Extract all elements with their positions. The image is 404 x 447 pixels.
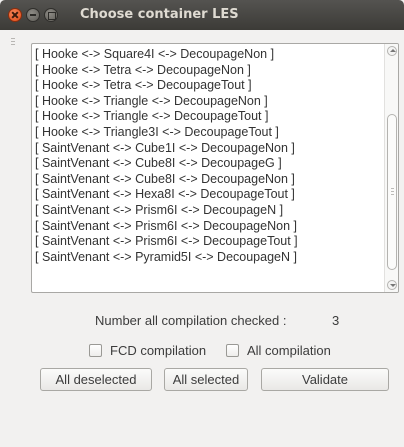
resize-grip-icon xyxy=(11,38,15,46)
list-item[interactable]: [ Hooke <-> Triangle3I <-> DecoupageTout… xyxy=(32,125,384,141)
list-item[interactable]: [ Hooke <-> Tetra <-> DecoupageTout ] xyxy=(32,78,384,94)
scrollbar-thumb[interactable] xyxy=(387,114,397,270)
list-item[interactable]: [ SaintVenant <-> Cube8I <-> DecoupageG … xyxy=(32,156,384,172)
list-item[interactable]: [ SaintVenant <-> Prism6I <-> DecoupageT… xyxy=(32,234,384,250)
list-item[interactable]: [ Hooke <-> Triangle <-> DecoupageTout ] xyxy=(32,109,384,125)
all-compilation-label: All compilation xyxy=(247,342,331,358)
title-bar: Choose container LES xyxy=(0,0,404,30)
list-item[interactable]: [ Hooke <-> Square4I <-> DecoupageNon ] xyxy=(32,47,384,63)
all-selected-button[interactable]: All selected xyxy=(164,368,248,391)
all-compilation-checkbox[interactable]: All compilation xyxy=(226,342,331,358)
maximize-window-button[interactable] xyxy=(44,8,58,22)
list-item[interactable]: [ SaintVenant <-> Pyramid5I <-> Decoupag… xyxy=(32,250,384,266)
all-deselected-button[interactable]: All deselected xyxy=(40,368,152,391)
list-item[interactable]: [ SaintVenant <-> Cube8I <-> DecoupageNo… xyxy=(32,172,384,188)
list-item[interactable]: [ SaintVenant <-> Prism6I <-> DecoupageN… xyxy=(32,219,384,235)
list-item[interactable]: [ SaintVenant <-> Hexa8I <-> DecoupageTo… xyxy=(32,187,384,203)
list-item[interactable]: [ Hooke <-> Tetra <-> DecoupageNon ] xyxy=(32,63,384,79)
fcd-compilation-checkbox[interactable]: FCD compilation xyxy=(89,342,206,358)
minimize-window-button[interactable] xyxy=(26,8,40,22)
scroll-up-icon[interactable] xyxy=(387,46,397,56)
scroll-down-icon[interactable] xyxy=(387,280,397,290)
list-item[interactable]: [ SaintVenant <-> Cube1I <-> DecoupageNo… xyxy=(32,141,384,157)
checkbox-box-icon[interactable] xyxy=(89,343,102,357)
checkbox-box-icon[interactable] xyxy=(226,343,239,357)
list-scrollbar[interactable] xyxy=(384,44,398,292)
container-list-items: [ Hooke <-> Square4I <-> DecoupageNon ] … xyxy=(32,44,384,265)
container-list[interactable]: [ Hooke <-> Square4I <-> DecoupageNon ] … xyxy=(31,43,399,293)
compilation-count-value: 3 xyxy=(332,313,340,328)
close-window-button[interactable] xyxy=(8,8,22,22)
fcd-compilation-label: FCD compilation xyxy=(110,342,207,358)
window-title: Choose container LES xyxy=(80,7,239,22)
list-item[interactable]: [ Hooke <-> Triangle <-> DecoupageNon ] xyxy=(32,94,384,110)
compilation-count-label: Number all compilation checked : xyxy=(95,313,287,328)
validate-button[interactable]: Validate xyxy=(261,368,389,391)
list-item[interactable]: [ SaintVenant <-> Prism6I <-> DecoupageN… xyxy=(32,203,384,219)
